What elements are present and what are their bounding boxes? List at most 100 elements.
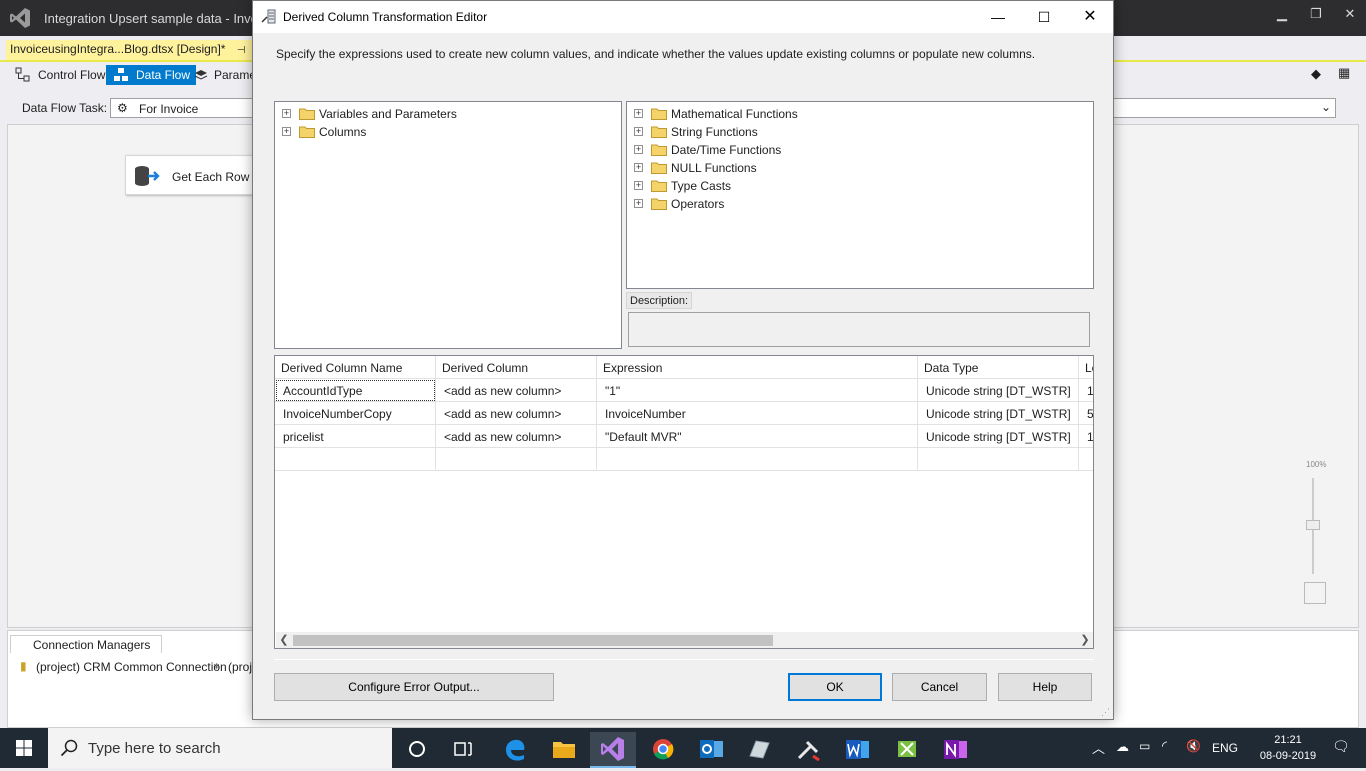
empty-cell[interactable] [436, 448, 597, 471]
table-row[interactable]: InvoiceNumberCopy <add as new column> In… [275, 402, 1093, 425]
expression-cell[interactable]: "Default MVR" [597, 425, 918, 448]
expand-icon[interactable]: + [634, 109, 643, 118]
tree-node-type-casts[interactable]: + Type Casts [627, 176, 1093, 194]
tree-node-variables-parameters[interactable]: + Variables and Parameters [275, 104, 621, 122]
data-type-cell[interactable]: Unicode string [DT_WSTR] [918, 379, 1079, 402]
expand-icon[interactable]: + [282, 127, 291, 136]
scroll-right-icon[interactable]: ❯ [1077, 632, 1093, 648]
derived-column-name-cell[interactable]: AccountIdType [275, 379, 436, 402]
snipping-tool-icon[interactable] [884, 732, 930, 768]
sticky-notes-icon[interactable] [736, 732, 782, 768]
vs-minimize-button[interactable]: ▁ [1268, 6, 1296, 26]
derived-column-name-cell[interactable]: pricelist [275, 425, 436, 448]
empty-cell[interactable] [275, 448, 436, 471]
resize-grip-icon[interactable]: ⋰ [1101, 707, 1110, 718]
column-header[interactable]: Derived Column [436, 356, 597, 379]
file-explorer-icon[interactable] [541, 732, 587, 768]
expression-cell[interactable]: "1" [597, 379, 918, 402]
vs-restore-button[interactable]: ❐ [1302, 6, 1330, 26]
tab-control-flow[interactable]: Control Flow [8, 65, 111, 85]
tree-node-string-functions[interactable]: + String Functions [627, 122, 1093, 140]
horizontal-scrollbar[interactable]: ❮ ❯ [276, 632, 1093, 648]
expand-icon[interactable]: + [282, 109, 291, 118]
maximize-button[interactable]: ☐ [1021, 1, 1067, 33]
column-header[interactable]: Le [1079, 356, 1093, 379]
variables-columns-tree[interactable]: + Variables and Parameters + Columns [274, 101, 622, 349]
tree-node-null-functions[interactable]: + NULL Functions [627, 158, 1093, 176]
tab-data-flow[interactable]: Data Flow [106, 65, 197, 85]
onenote-icon[interactable] [932, 732, 978, 768]
empty-cell[interactable] [597, 448, 918, 471]
derived-column-name-cell[interactable]: InvoiceNumberCopy [275, 402, 436, 425]
tools-icon[interactable] [786, 732, 832, 768]
expand-icon[interactable]: + [634, 163, 643, 172]
column-header[interactable]: Data Type [918, 356, 1079, 379]
column-header[interactable]: Derived Column Name [275, 356, 436, 379]
battery-icon[interactable]: ▭ [1139, 739, 1150, 753]
network-icon[interactable]: ◜ [1162, 738, 1167, 754]
expand-icon[interactable]: + [634, 145, 643, 154]
clock[interactable]: 21:21 08-09-2019 [1258, 732, 1318, 764]
visual-studio-logo-icon [10, 8, 30, 28]
connection-item[interactable]: ▮ (project) CRM Common Connection [20, 659, 227, 674]
expand-icon[interactable]: + [634, 199, 643, 208]
tree-node-mathematical-functions[interactable]: + Mathematical Functions [627, 104, 1093, 122]
tree-node-datetime-functions[interactable]: + Date/Time Functions [627, 140, 1093, 158]
expand-icon[interactable]: + [634, 127, 643, 136]
table-row[interactable]: pricelist <add as new column> "Default M… [275, 425, 1093, 448]
data-type-cell[interactable]: Unicode string [DT_WSTR] [918, 425, 1079, 448]
close-button[interactable]: ✕ [1067, 1, 1113, 33]
derived-columns-grid[interactable]: Derived Column Name Derived Column Expre… [274, 355, 1094, 649]
volume-muted-icon[interactable]: 🔇 [1186, 739, 1201, 753]
tree-node-columns[interactable]: + Columns [275, 122, 621, 140]
edge-browser-icon[interactable] [492, 732, 538, 768]
help-button[interactable]: Help [998, 673, 1092, 701]
zoom-slider-thumb[interactable] [1306, 520, 1320, 530]
connection-item-label: (project) CRM Common Connection [36, 660, 227, 674]
expression-cell[interactable]: InvoiceNumber [597, 402, 918, 425]
outlook-icon[interactable] [688, 732, 734, 768]
derived-column-cell[interactable]: <add as new column> [436, 425, 597, 448]
length-cell[interactable]: 1 [1079, 379, 1093, 402]
chrome-icon[interactable] [640, 732, 686, 768]
scrollbar-thumb[interactable] [293, 635, 773, 646]
minimize-button[interactable]: — [975, 1, 1021, 33]
taskbar-search-box[interactable]: Type here to search [48, 728, 392, 768]
toolbar-box-icon[interactable]: ◆ [1311, 66, 1321, 82]
connection-item[interactable]: ♆ (proj [212, 659, 252, 674]
cancel-button[interactable]: Cancel [892, 673, 987, 701]
variables-grid-icon[interactable]: ▦ [1338, 65, 1350, 81]
data-type-cell[interactable]: Unicode string [DT_WSTR] [918, 402, 1079, 425]
new-row[interactable] [275, 448, 1093, 471]
table-row[interactable]: AccountIdType <add as new column> "1" Un… [275, 379, 1093, 402]
ok-button[interactable]: OK [788, 673, 882, 701]
empty-cell[interactable] [918, 448, 1079, 471]
length-cell[interactable]: 5 [1079, 402, 1093, 425]
cortana-icon[interactable] [394, 732, 440, 768]
word-icon[interactable] [834, 732, 880, 768]
derived-column-cell[interactable]: <add as new column> [436, 379, 597, 402]
vs-close-button[interactable]: ✕ [1336, 6, 1364, 26]
derived-column-cell[interactable]: <add as new column> [436, 402, 597, 425]
column-header[interactable]: Expression [597, 356, 918, 379]
cloud-sync-icon[interactable]: ☁ [1116, 739, 1129, 755]
pin-icon[interactable]: ⊣ [237, 45, 246, 56]
visual-studio-icon[interactable] [590, 732, 636, 768]
tree-node-operators[interactable]: + Operators [627, 194, 1093, 212]
length-cell[interactable]: 1 [1079, 425, 1093, 448]
document-tab[interactable]: InvoiceusingIntegra...Blog.dtsx [Design]… [6, 40, 252, 60]
start-button[interactable] [0, 728, 48, 768]
configure-error-output-button[interactable]: Configure Error Output... [274, 673, 554, 701]
zoom-control[interactable]: 100% [1300, 460, 1336, 610]
task-view-icon[interactable] [440, 732, 486, 768]
expand-icon[interactable]: + [634, 181, 643, 190]
source-component[interactable]: Get Each Row of [125, 155, 265, 195]
connection-managers-tab[interactable]: Connection Managers [10, 635, 162, 653]
chevron-up-icon[interactable]: ︿ [1092, 738, 1105, 757]
functions-tree[interactable]: + Mathematical Functions + String Functi… [626, 101, 1094, 289]
language-indicator[interactable]: ENG [1212, 741, 1238, 755]
scroll-left-icon[interactable]: ❮ [276, 632, 292, 648]
empty-cell[interactable] [1079, 448, 1093, 471]
zoom-fit-button[interactable] [1304, 582, 1326, 604]
notifications-icon[interactable]: 🗨 [1332, 738, 1350, 755]
